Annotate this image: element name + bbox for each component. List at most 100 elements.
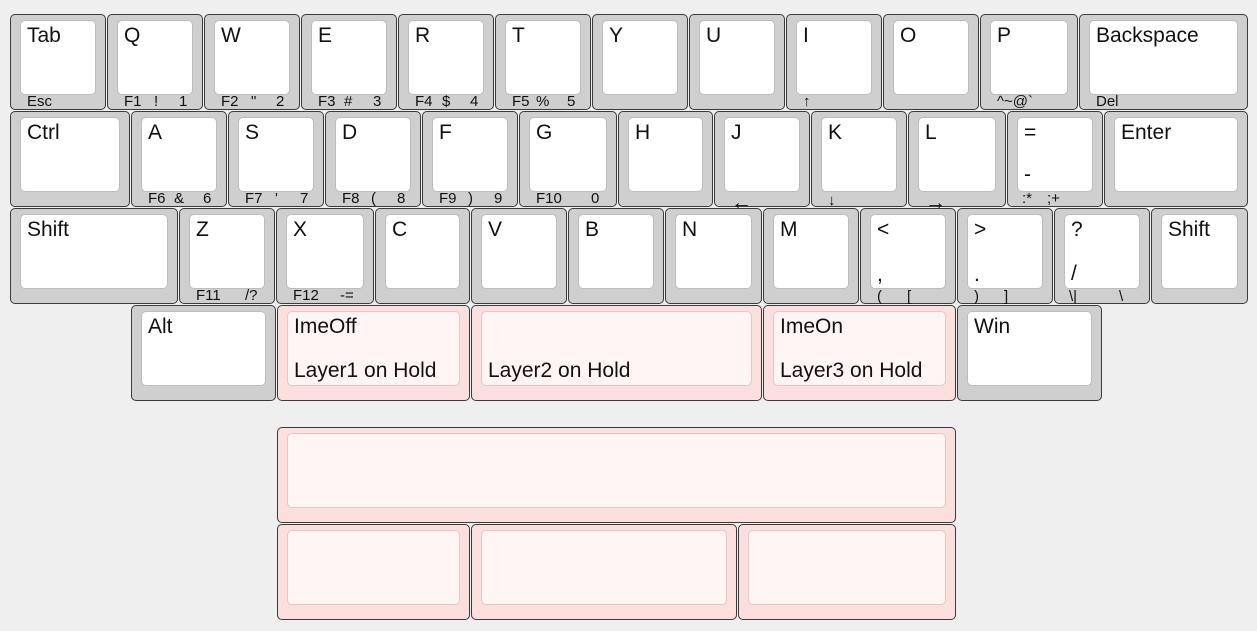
key-label: A (148, 121, 163, 144)
key-label: P (997, 24, 1012, 47)
key-sublabel: / (1071, 262, 1077, 285)
key-slash[interactable]: ? / \| \ (1054, 208, 1150, 304)
key-label: Z (196, 218, 209, 241)
key-label: Y (609, 24, 624, 47)
key-u[interactable]: U (689, 14, 785, 110)
key-sublabel: F4 (415, 93, 433, 110)
key-k[interactable]: K ↓ (811, 111, 907, 208)
key-sublabel: , (877, 263, 883, 286)
key-backspace[interactable]: Backspace Del (1079, 14, 1248, 110)
key-label: T (512, 24, 525, 47)
key-sublabel: F3 (318, 93, 336, 110)
blank-key-wide[interactable] (277, 427, 956, 523)
key-g[interactable]: G F10 0 (519, 111, 617, 207)
blank-key-left[interactable] (277, 524, 470, 620)
key-x[interactable]: X F12 -= (276, 208, 374, 304)
key-sublabel: ^~@` (997, 93, 1034, 110)
up-arrow-icon: ↑ (803, 93, 811, 110)
key-r[interactable]: R F4 $ 4 (398, 14, 494, 110)
key-label: O (900, 24, 917, 47)
key-sublabel: 0 (591, 190, 600, 207)
blank-key-right[interactable] (738, 524, 956, 620)
key-shift-right[interactable]: Shift (1151, 208, 1248, 304)
key-sublabel: ' (275, 190, 278, 207)
key-sublabel: F12 (293, 287, 319, 304)
key-ctrl[interactable]: Ctrl (10, 111, 130, 207)
key-tab[interactable]: Tab Esc (10, 14, 106, 110)
key-e[interactable]: E F3 # 3 (301, 14, 397, 110)
key-sublabel: 4 (470, 93, 479, 110)
key-label: H (635, 121, 651, 144)
key-enter[interactable]: Enter (1104, 111, 1248, 207)
keycap (748, 530, 946, 605)
key-sublabel: ) (468, 190, 473, 207)
key-y[interactable]: Y (592, 14, 688, 110)
key-layer2[interactable]: Layer2 on Hold (471, 305, 762, 401)
key-d[interactable]: D F8 ( 8 (325, 111, 421, 207)
key-period[interactable]: > . ) ] (957, 208, 1053, 304)
key-b[interactable]: B (568, 208, 664, 304)
key-c[interactable]: C (375, 208, 470, 304)
key-label: L (925, 121, 937, 144)
key-n[interactable]: N (665, 208, 762, 304)
keycap (287, 530, 460, 605)
keycap (287, 433, 946, 508)
key-label: V (488, 218, 503, 241)
key-win[interactable]: Win (957, 305, 1102, 401)
key-label: S (245, 121, 260, 144)
key-sublabel: 8 (397, 190, 406, 207)
key-m[interactable]: M (763, 208, 859, 304)
key-label: = (1024, 121, 1037, 144)
key-p[interactable]: P ^~@` (980, 14, 1078, 110)
key-label: I (803, 24, 809, 47)
key-s[interactable]: S F7 ' 7 (228, 111, 324, 207)
key-imeoff-layer1[interactable]: ImeOff Layer1 on Hold (277, 305, 470, 401)
key-label: ? (1071, 218, 1083, 241)
key-sublabel: F6 (148, 190, 166, 207)
key-t[interactable]: T F5 % 5 (495, 14, 591, 110)
key-label: Shift (27, 218, 70, 241)
key-sublabel: & (174, 190, 185, 207)
key-v[interactable]: V (471, 208, 567, 304)
key-sublabel: :* (1022, 190, 1033, 207)
key-label: Q (124, 24, 141, 47)
key-sublabel: F8 (342, 190, 360, 207)
key-q[interactable]: Q F1 ! 1 (107, 14, 203, 110)
key-w[interactable]: W F2 " 2 (204, 14, 300, 110)
key-sublabel: ( (877, 288, 882, 305)
key-label: < (877, 218, 890, 241)
key-label: Alt (148, 315, 173, 338)
key-sublabel: F1 (124, 93, 142, 110)
key-f[interactable]: F F9 ) 9 (422, 111, 518, 207)
key-label: > (974, 218, 987, 241)
key-o[interactable]: O (883, 14, 979, 110)
key-alt[interactable]: Alt (131, 305, 276, 401)
key-a[interactable]: A F6 & 6 (131, 111, 227, 207)
key-sublabel: F11 (196, 287, 221, 304)
key-sublabel: ) (974, 288, 979, 305)
key-h[interactable]: H (618, 111, 713, 207)
key-label: E (318, 24, 333, 47)
key-label: ImeOff (294, 315, 357, 338)
key-equals[interactable]: = - :* ;+ (1007, 111, 1103, 207)
key-l[interactable]: L → (908, 111, 1006, 213)
key-sublabel: -= (340, 287, 354, 304)
key-shift-left[interactable]: Shift (10, 208, 178, 304)
key-sublabel: ( (371, 190, 376, 207)
key-sublabel: . (974, 263, 980, 286)
key-sublabel: - (1024, 163, 1031, 186)
key-z[interactable]: Z F11 /? (179, 208, 275, 304)
key-j[interactable]: J ← (714, 111, 810, 213)
key-sublabel: 2 (276, 93, 285, 110)
blank-key-middle[interactable] (471, 524, 737, 620)
key-sublabel: # (344, 93, 353, 110)
key-sublabel: F2 (221, 93, 239, 110)
key-comma[interactable]: < , ( [ (860, 208, 956, 304)
key-label: B (585, 218, 600, 241)
key-label: Backspace (1096, 24, 1199, 47)
key-sublabel: % (536, 93, 550, 110)
key-imeon-layer3[interactable]: ImeOn Layer3 on Hold (763, 305, 956, 401)
key-i[interactable]: I ↑ (786, 14, 882, 110)
key-sublabel: F9 (439, 190, 457, 207)
key-label: Win (974, 315, 1011, 338)
